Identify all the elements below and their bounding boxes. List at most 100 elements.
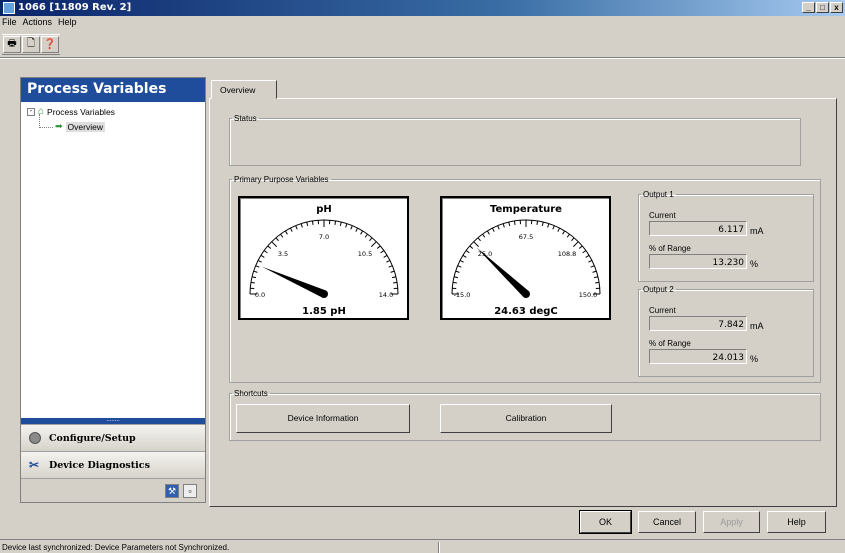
gauge-tick (469, 245, 474, 249)
document-icon: 🗋 (26, 38, 36, 49)
gauge-tick (267, 245, 272, 249)
ph-gauge-dial: pH 1.85 pH 0.0 3.5 7.0 10.5 14.0 (249, 204, 399, 317)
gauge-tick (473, 241, 479, 247)
ph-gauge: pH 1.85 pH 0.0 3.5 7.0 10.5 14.0 (238, 196, 409, 320)
output-1-current-value: 6.117 (649, 221, 747, 236)
apply-button[interactable]: Apply (703, 511, 760, 533)
output-1-current-unit: mA (750, 226, 764, 236)
status-text: Device last synchronized: Device Paramet… (2, 543, 230, 552)
gauge-tick (383, 254, 388, 258)
gauge-tick (355, 227, 359, 232)
gauge-tick-label: 67.5 (519, 233, 533, 241)
service-tools-icon[interactable]: ⚒ (165, 483, 179, 498)
page-icon[interactable]: ▫ (183, 483, 197, 498)
output-1-range-value: 13.230 (649, 254, 747, 269)
tab-overview[interactable]: Overview (211, 80, 277, 99)
cancel-button[interactable]: Cancel (638, 511, 696, 533)
maximize-button[interactable]: □ (816, 2, 829, 13)
tree-item-process-variables[interactable]: - ⌂ Process Variables (27, 106, 115, 117)
gauge-tick (376, 245, 381, 249)
minimize-button[interactable]: _ (802, 2, 815, 13)
process-tree: - ⌂ Process Variables ➡ Overview (21, 102, 205, 422)
output-2-legend: Output 2 (643, 285, 674, 294)
gauge-tick (502, 223, 505, 228)
gauge-tick (571, 237, 575, 242)
menu-help[interactable]: Help (58, 17, 77, 30)
gauge-tick (573, 241, 579, 247)
gauge-tick-label: 7.0 (319, 233, 329, 241)
gauge-needle (261, 266, 326, 298)
nav-footer: ⚒ ▫ (21, 478, 205, 502)
ok-button[interactable]: OK (579, 510, 632, 534)
tree-item-overview[interactable]: ➡ Overview (55, 121, 105, 132)
status-group-legend: Status (234, 114, 257, 123)
gauge-tick (350, 225, 353, 230)
gauge-tick-label: 0.0 (255, 291, 265, 299)
arrow-right-icon: ➡ (55, 121, 63, 131)
gauge-tick (263, 250, 268, 254)
close-button[interactable]: x (830, 2, 843, 13)
output-2-range-unit: % (750, 354, 759, 364)
device-information-button[interactable]: Device Information (236, 404, 410, 433)
menu-bar: File Actions Help (0, 17, 77, 30)
gauge-tick (592, 270, 597, 273)
window-title: 1066 [11809 Rev. 2] (18, 2, 132, 13)
gauge-tick (491, 227, 495, 232)
gauge-tick (334, 220, 337, 225)
gauge-tick (541, 221, 544, 227)
left-panel: Process Variables - ⌂ Process Variables … (20, 77, 206, 503)
nav-configure-setup[interactable]: Configure/Setup (21, 424, 205, 451)
gauge-arc (249, 219, 399, 295)
gauge-tick (557, 227, 561, 232)
gauge-readout: 24.63 degC (494, 306, 558, 317)
gauge-tick (369, 237, 373, 242)
output-1-range-label: % of Range (649, 244, 691, 253)
menu-actions[interactable]: Actions (23, 17, 53, 30)
gauge-tick (251, 276, 257, 279)
gauge-tick (388, 265, 393, 268)
status-group: Status (229, 114, 801, 166)
gauge-tick (360, 230, 364, 235)
temperature-gauge: Temperature 24.63 degC -15.0 25.0 67.5 108.… (440, 196, 611, 320)
gauge-hub (522, 290, 530, 298)
help-button[interactable]: Help (767, 511, 826, 533)
home-icon: ⌂ (38, 106, 45, 117)
print-button[interactable]: 🖶 (3, 36, 21, 53)
gauge-tick (547, 223, 550, 228)
gauge-tick (275, 237, 279, 242)
nav-label: Device Diagnostics (49, 459, 150, 471)
nav-device-diagnostics[interactable]: ✂ Device Diagnostics (21, 451, 205, 478)
shortcuts-legend: Shortcuts (234, 389, 268, 398)
gauge-tick (306, 221, 309, 227)
toolbar-separator (0, 57, 845, 59)
gauge-tick (386, 259, 391, 263)
tree-item-label: Process Variables (47, 106, 115, 117)
gauge-tick (253, 270, 258, 273)
gauge-tick (280, 233, 284, 238)
context-help-button[interactable]: ❓ (41, 36, 59, 53)
gauge-tick (345, 223, 348, 228)
gauge-tick (371, 241, 377, 247)
gauge-tick (465, 250, 470, 254)
nav-label: Configure/Setup (49, 432, 136, 444)
gauge-tick (295, 225, 298, 230)
gauge-tick (578, 245, 583, 249)
output-2-current-label: Current (649, 306, 676, 315)
gauge-tick (391, 276, 397, 279)
gauge-tick (380, 250, 385, 254)
calibration-button[interactable]: Calibration (440, 404, 612, 433)
app-icon (3, 2, 15, 14)
gauge-tick (513, 220, 516, 225)
gauge-tick (590, 265, 595, 268)
collapse-icon[interactable]: - (27, 107, 35, 116)
gauge-tick-label: 3.5 (278, 250, 288, 258)
status-bar: Device last synchronized: Device Paramet… (0, 539, 845, 553)
output-1-range-unit: % (750, 259, 759, 269)
gauge-tick (339, 221, 342, 227)
menu-file[interactable]: File (2, 17, 17, 30)
gauge-tick-label: 150.0 (579, 291, 598, 299)
gauge-tick (508, 221, 511, 227)
gauge-needle (476, 247, 529, 297)
preview-button[interactable]: 🗋 (22, 36, 40, 53)
gauge-tick (311, 220, 314, 225)
